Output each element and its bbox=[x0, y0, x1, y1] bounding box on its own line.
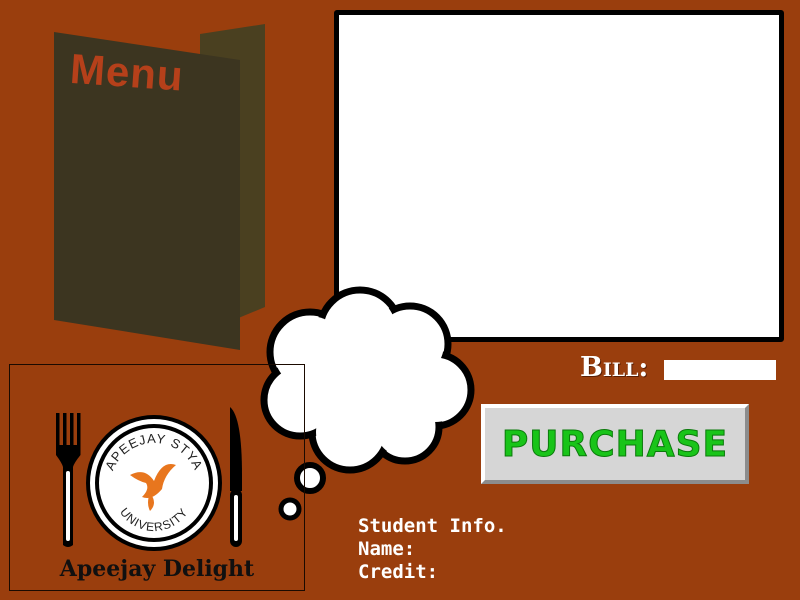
menu-front-cover bbox=[54, 32, 240, 350]
menu-folder[interactable] bbox=[50, 22, 270, 352]
student-info-heading: Student Info. bbox=[358, 515, 507, 537]
place-setting: APEEJAY STYA UNIVERSITY bbox=[56, 407, 242, 551]
purchase-label: PURCHASE bbox=[501, 423, 729, 465]
student-credit-label: Credit: bbox=[358, 561, 439, 583]
bill-label: Bill: bbox=[580, 352, 649, 383]
brand-name: Apeejay Delight bbox=[59, 556, 255, 582]
plate-logo: APEEJAY STYA UNIVERSITY bbox=[86, 415, 222, 551]
student-name-label: Name: bbox=[358, 538, 416, 560]
knife-icon bbox=[230, 407, 242, 547]
purchase-button[interactable]: PURCHASE bbox=[481, 404, 749, 484]
fork-icon bbox=[56, 413, 81, 547]
bill-value-field bbox=[664, 360, 776, 380]
